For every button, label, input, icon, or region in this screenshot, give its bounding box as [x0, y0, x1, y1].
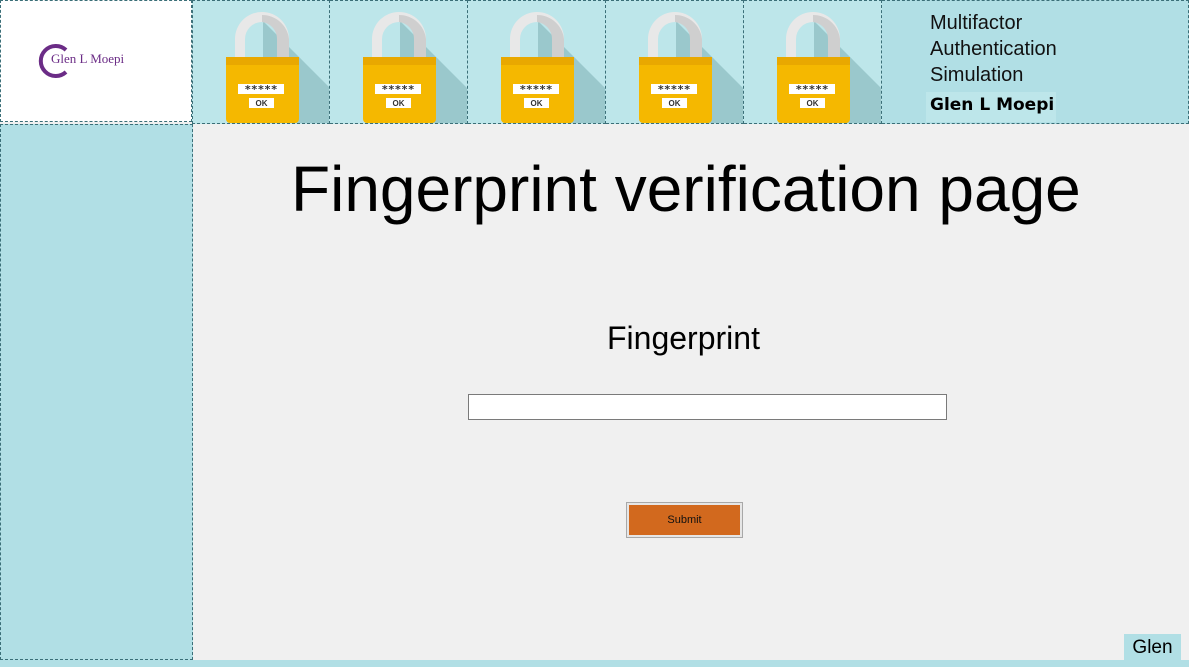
submit-button[interactable]: Submit	[629, 505, 740, 535]
logo-panel: Glen L Moepi	[0, 0, 192, 122]
fingerprint-label: Fingerprint	[607, 320, 760, 356]
user-label: Glen	[1124, 634, 1181, 660]
padlock-icon: ***** OK	[226, 12, 329, 123]
right-edge	[1182, 124, 1189, 660]
lock-tile: ***** OK	[192, 0, 330, 124]
app-title-line: Simulation	[930, 64, 1024, 86]
lock-banner: ***** OK ***** OK ***** OK ***** OK ****…	[192, 0, 882, 124]
author-label: Glen L Moepi	[926, 92, 1056, 122]
ok-label: OK	[807, 99, 819, 108]
logo: Glen L Moepi	[36, 41, 156, 81]
submit-button-frame: Submit	[626, 502, 743, 538]
ok-label: OK	[393, 99, 405, 108]
padlock-icon: ***** OK	[639, 12, 743, 123]
bottom-bar	[0, 660, 1189, 667]
padlock-icon: ***** OK	[501, 12, 605, 123]
main-content: Fingerprint verification page Fingerprin…	[193, 124, 1182, 660]
password-mask: *****	[657, 83, 690, 96]
padlock-icon: ***** OK	[363, 12, 467, 123]
password-mask: *****	[519, 83, 552, 96]
lock-tile: ***** OK	[744, 0, 882, 124]
lock-tile: ***** OK	[468, 0, 606, 124]
lock-tile: ***** OK	[330, 0, 468, 124]
lock-tile: ***** OK	[606, 0, 744, 124]
ok-label: OK	[669, 99, 681, 108]
password-mask: *****	[381, 83, 414, 96]
app-title-line: Multifactor	[930, 12, 1023, 34]
ok-label: OK	[256, 99, 268, 108]
ok-label: OK	[531, 99, 543, 108]
password-mask: *****	[795, 83, 828, 96]
password-mask: *****	[244, 83, 277, 96]
fingerprint-input[interactable]	[468, 394, 947, 420]
logo-text: Glen L Moepi	[51, 51, 125, 66]
app-title-line: Authentication	[930, 38, 1057, 60]
page-title: Fingerprint verification page	[291, 153, 1081, 225]
app-title-panel: Multifactor Authentication Simulation Gl…	[882, 0, 1189, 124]
app-title: Multifactor Authentication Simulation	[930, 10, 1057, 88]
sidebar	[0, 124, 193, 660]
padlock-icon: ***** OK	[777, 12, 881, 123]
